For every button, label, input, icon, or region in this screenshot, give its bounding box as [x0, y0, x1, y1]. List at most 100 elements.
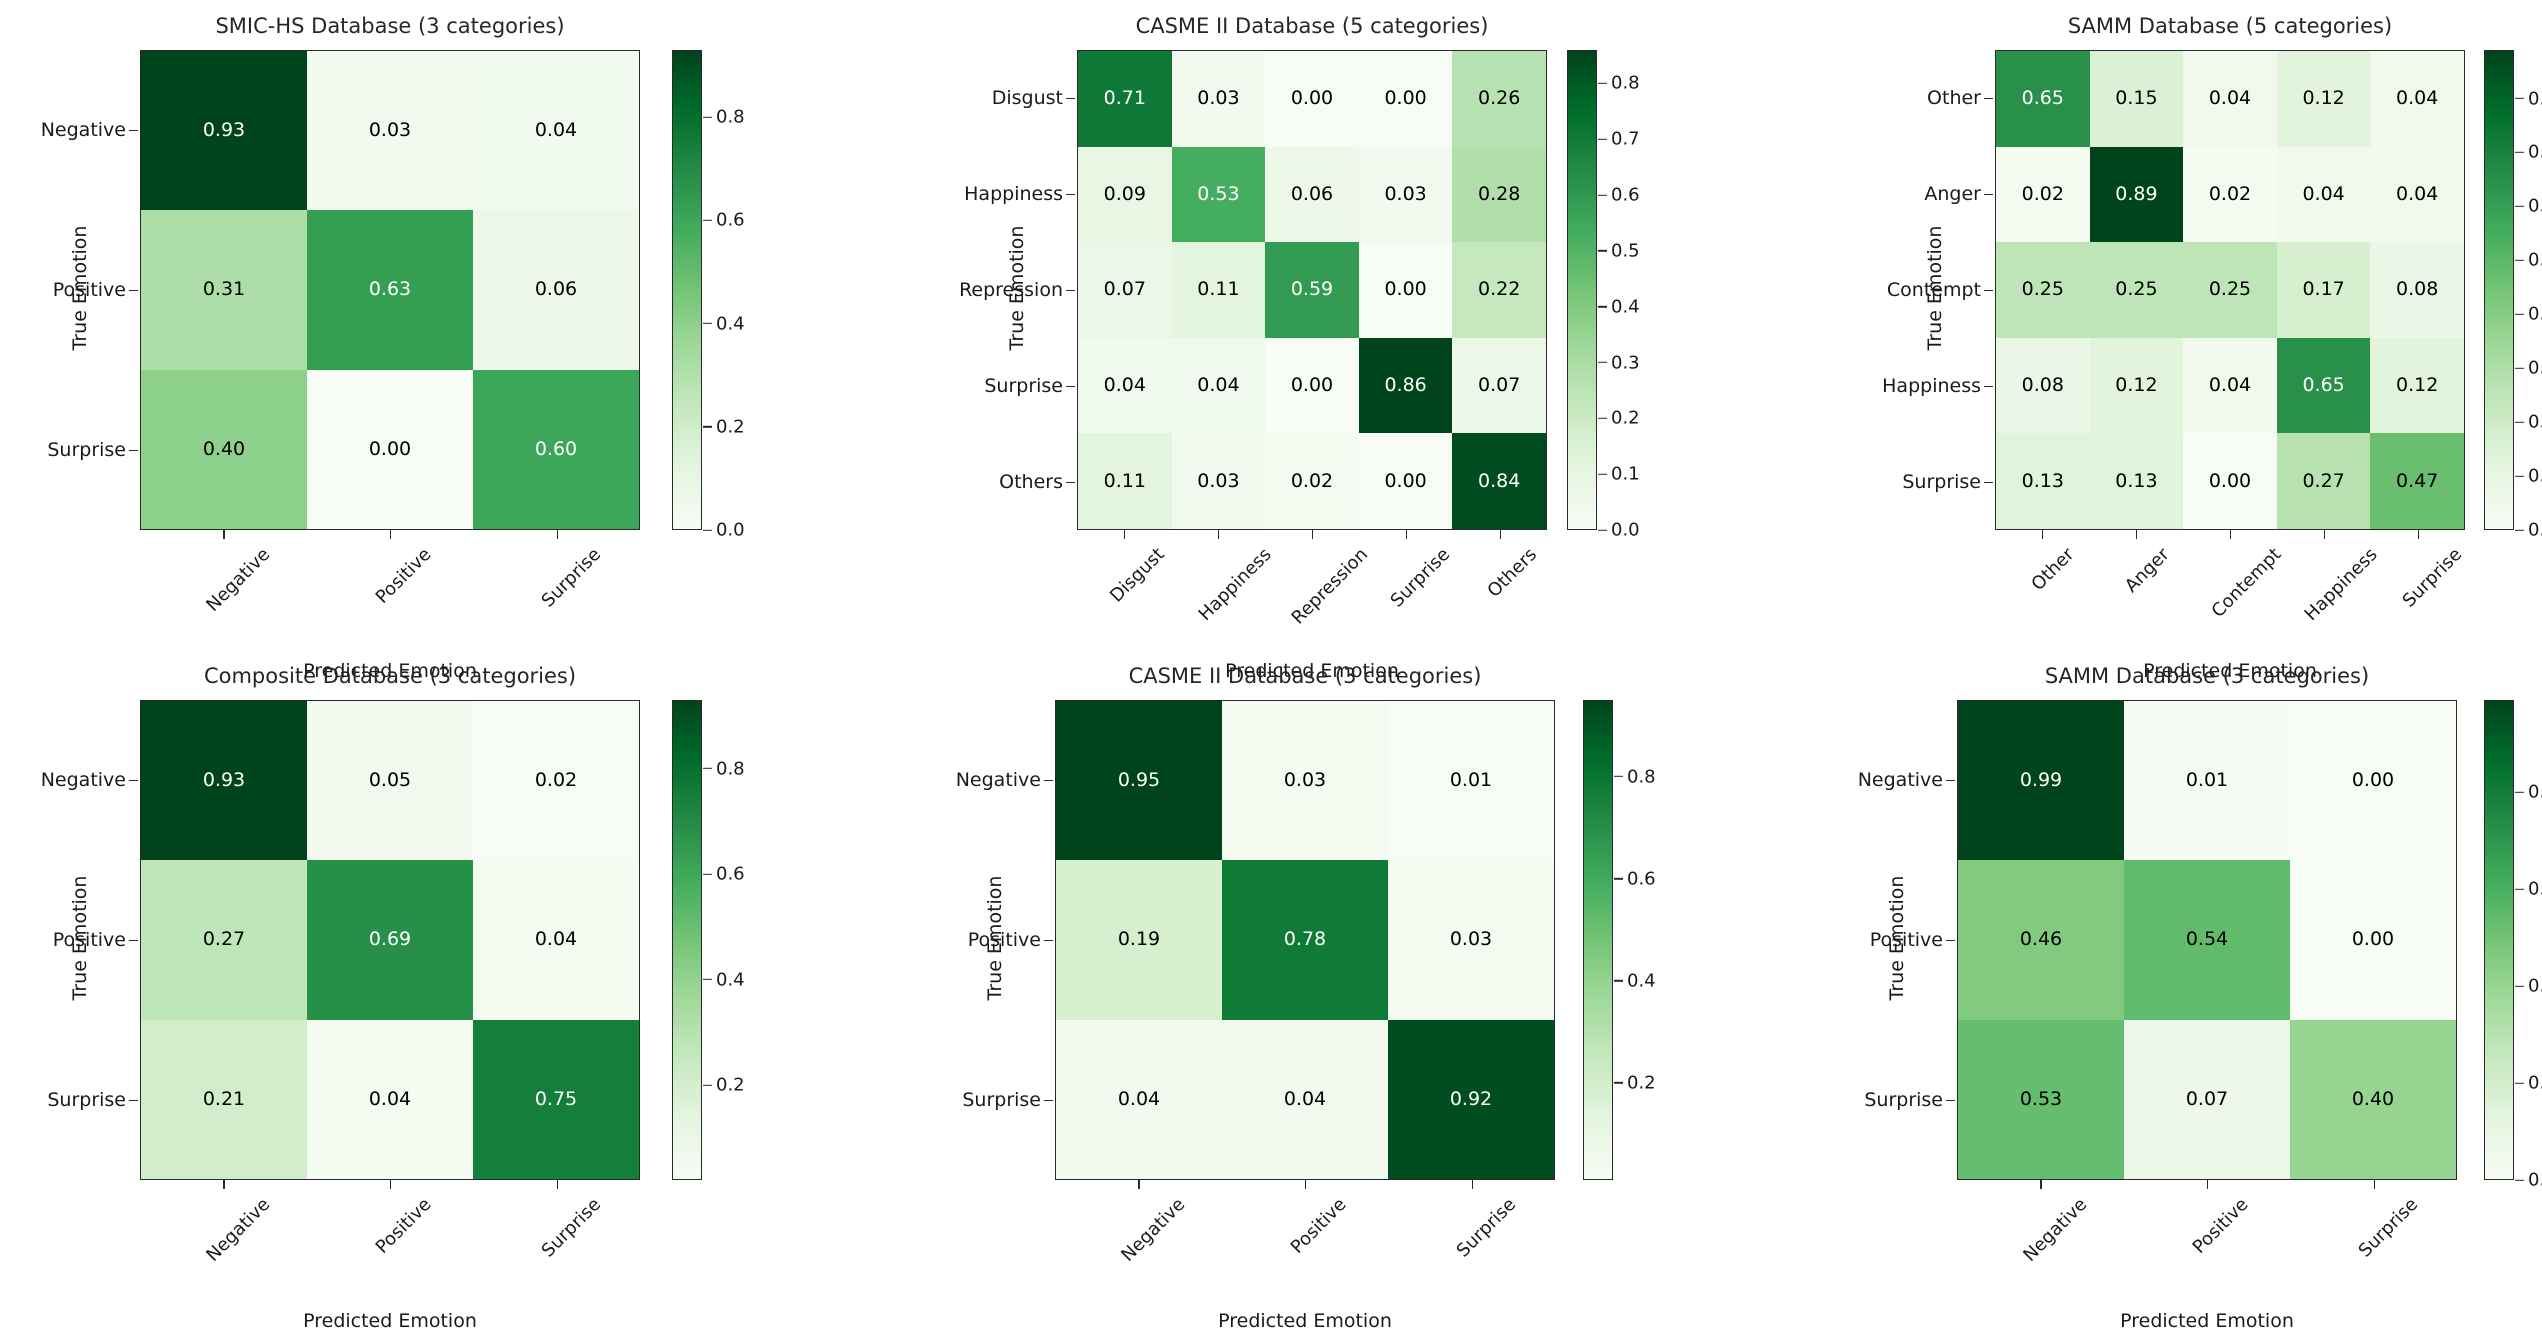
heatmap-cell: 0.69 [307, 860, 473, 1020]
heatmap-cell: 0.99 [1958, 701, 2124, 861]
x-tick-label: Negative [1117, 1194, 1190, 1266]
colorbar-tick-label: 0.4 [702, 969, 745, 990]
x-tick-mark [2207, 1180, 2209, 1189]
heatmap-cell: 0.04 [307, 1019, 473, 1179]
x-tick-mark [2136, 530, 2138, 539]
heatmap-cell: 0.53 [1171, 146, 1266, 243]
x-tick-label: Positive [2188, 1194, 2253, 1258]
x-tick-mark [2373, 1180, 2376, 1189]
heatmap-cell: 0.00 [1358, 51, 1453, 147]
x-tick-label: Surprise [537, 544, 605, 612]
heatmap-cell: 0.31 [141, 210, 307, 370]
heatmap-cell: 0.03 [1358, 146, 1453, 243]
x-tick-mark [1305, 1180, 1307, 1189]
heatmap-cell: 0.17 [2276, 242, 2371, 338]
heatmap-cell: 0.63 [307, 210, 473, 370]
heatmap-cell: 0.01 [1388, 701, 1554, 861]
colorbar-tick-label: 0.4 [702, 313, 745, 334]
x-tick-label: Anger [2120, 544, 2174, 597]
heatmap-cell: 0.95 [1056, 701, 1222, 861]
colorbar-tick-label: 0.8 [702, 107, 745, 128]
heatmap-cell: 0.00 [1358, 433, 1453, 529]
heatmap-cell: 0.27 [141, 860, 307, 1020]
heatmap-cell: 0.40 [2290, 1019, 2456, 1179]
colorbar: 0.0 0.1 0.2 0.3 0.4 0.5 0.6 0.7 0.8 [1567, 50, 1640, 541]
heatmap-axes: 0.93 0.05 0.02 0.27 0.69 0.04 0.21 0.04 0.75 Nega… [41, 700, 640, 1266]
confusion-matrix-panel-4: Composite Database (3 categories) 0.93 0.0… [41, 664, 640, 1344]
heatmap-cell: 0.03 [307, 51, 473, 211]
x-tick-label: Others [1483, 544, 1542, 602]
heatmap-cell: 0.04 [2183, 51, 2277, 147]
x-axis-label: Predicted Emotion [2120, 1310, 2294, 1332]
confusion-matrix-panel-6: SAMM Database (3 categories) 0.99 0.01 0.00… [1858, 664, 2457, 1344]
x-tick-mark [1124, 530, 1126, 539]
heatmap-cell: 0.02 [473, 701, 639, 861]
colorbar-tick-label: 0.8 [2514, 88, 2542, 109]
heatmap-cell: 0.25 [2183, 242, 2277, 338]
heatmap-cell: 0.13 [1996, 433, 2090, 529]
heatmap-cell: 0.04 [2370, 146, 2464, 243]
heatmap-grid: 0.71 0.03 0.00 0.00 0.26 0.09 0.53 0.06 0.03 0.28… [1077, 50, 1547, 530]
x-tick-label: Repression [1287, 544, 1373, 629]
y-tick-label: Positive [53, 277, 140, 303]
x-tick-label: Contempt [2207, 544, 2286, 622]
y-axis-label: True Emotion [1886, 875, 1908, 1001]
y-tick-label: Positive [53, 927, 140, 953]
heatmap-cell: 0.01 [2124, 701, 2290, 861]
y-tick-label: Others [999, 469, 1077, 495]
colorbar-tick-label: 0.4 [2514, 976, 2542, 997]
y-axis-label: True Emotion [984, 875, 1006, 1001]
colorbar: 0.2 0.4 0.6 0.8 [1583, 700, 1656, 1180]
colorbar-tick-label: 0.0 [702, 520, 745, 541]
colorbar-tick-label: 0.3 [1597, 352, 1640, 373]
colorbar-tick-label: 0.0 [2514, 1170, 2542, 1191]
y-axis-label: True Emotion [1924, 225, 1946, 351]
colorbar-gradient [672, 700, 702, 1180]
heatmap-cell: 0.08 [1996, 337, 2090, 434]
heatmap-cell: 0.60 [473, 369, 639, 529]
heatmap-cell: 0.26 [1452, 51, 1546, 147]
heatmap-cell: 0.00 [1265, 337, 1359, 434]
heatmap-grid: 0.95 0.03 0.01 0.19 0.78 0.03 0.04 0.04 0.92 [1055, 700, 1555, 1180]
colorbar-gradient [1567, 50, 1597, 530]
x-tick-mark [2324, 530, 2326, 539]
heatmap-cell: 0.04 [2370, 51, 2464, 147]
x-axis-label: Predicted Emotion [1218, 1310, 1392, 1332]
heatmap-grid: 0.99 0.01 0.00 0.46 0.54 0.00 0.53 0.07 0.40 [1957, 700, 2457, 1180]
x-tick-label: Negative [202, 1194, 275, 1266]
x-tick-label: Surprise [2354, 1194, 2422, 1262]
y-axis-label: True Emotion [69, 225, 91, 351]
heatmap-cell: 0.00 [1265, 51, 1359, 147]
y-tick-label: Positive [968, 927, 1055, 953]
y-axis-label: True Emotion [69, 875, 91, 1001]
heatmap-cell: 0.78 [1222, 860, 1388, 1020]
x-tick-mark [1138, 1180, 1140, 1189]
heatmap-cell: 0.22 [1452, 242, 1546, 338]
colorbar: 0.2 0.4 0.6 0.8 [672, 700, 745, 1180]
x-tick-label: Positive [371, 1194, 436, 1258]
heatmap-cell: 0.12 [2370, 337, 2464, 434]
heatmap-cell: 0.93 [141, 51, 307, 211]
colorbar: 0.0 0.2 0.4 0.6 0.8 [2484, 700, 2542, 1191]
heatmap-cell: 0.25 [2089, 242, 2184, 338]
heatmap-cell: 0.07 [1452, 337, 1546, 434]
colorbar-tick-label: 0.0 [1597, 520, 1640, 541]
heatmap-cell: 0.06 [1265, 146, 1359, 243]
x-tick-label: Disgust [1106, 544, 1169, 607]
y-tick-label: Negative [1858, 767, 1957, 793]
colorbar: 0.0 0.2 0.4 0.6 0.8 [672, 50, 745, 541]
y-tick-label: Other [1927, 85, 1995, 111]
heatmap-cell: 0.13 [2089, 433, 2184, 529]
y-tick-label: Negative [956, 767, 1055, 793]
heatmap-cell: 0.04 [2183, 337, 2277, 434]
heatmap-cell: 0.00 [2290, 701, 2456, 861]
heatmap-axes: 0.99 0.01 0.00 0.46 0.54 0.00 0.53 0.07 0.40 Nega… [1858, 700, 2457, 1266]
colorbar-tick-label: 0.4 [2514, 304, 2542, 325]
heatmap-cell: 0.02 [2183, 146, 2277, 243]
x-tick-label: Positive [1286, 1194, 1351, 1258]
heatmap-cell: 0.59 [1265, 242, 1359, 338]
colorbar-tick-label: 0.2 [2514, 1073, 2542, 1094]
heatmap-cell: 0.11 [1078, 433, 1172, 529]
confusion-matrix-figure: SMIC-HS Database (3 categories) 0.93 0.03 0… [0, 0, 2542, 1332]
colorbar-tick-label: 0.8 [1613, 766, 1656, 787]
